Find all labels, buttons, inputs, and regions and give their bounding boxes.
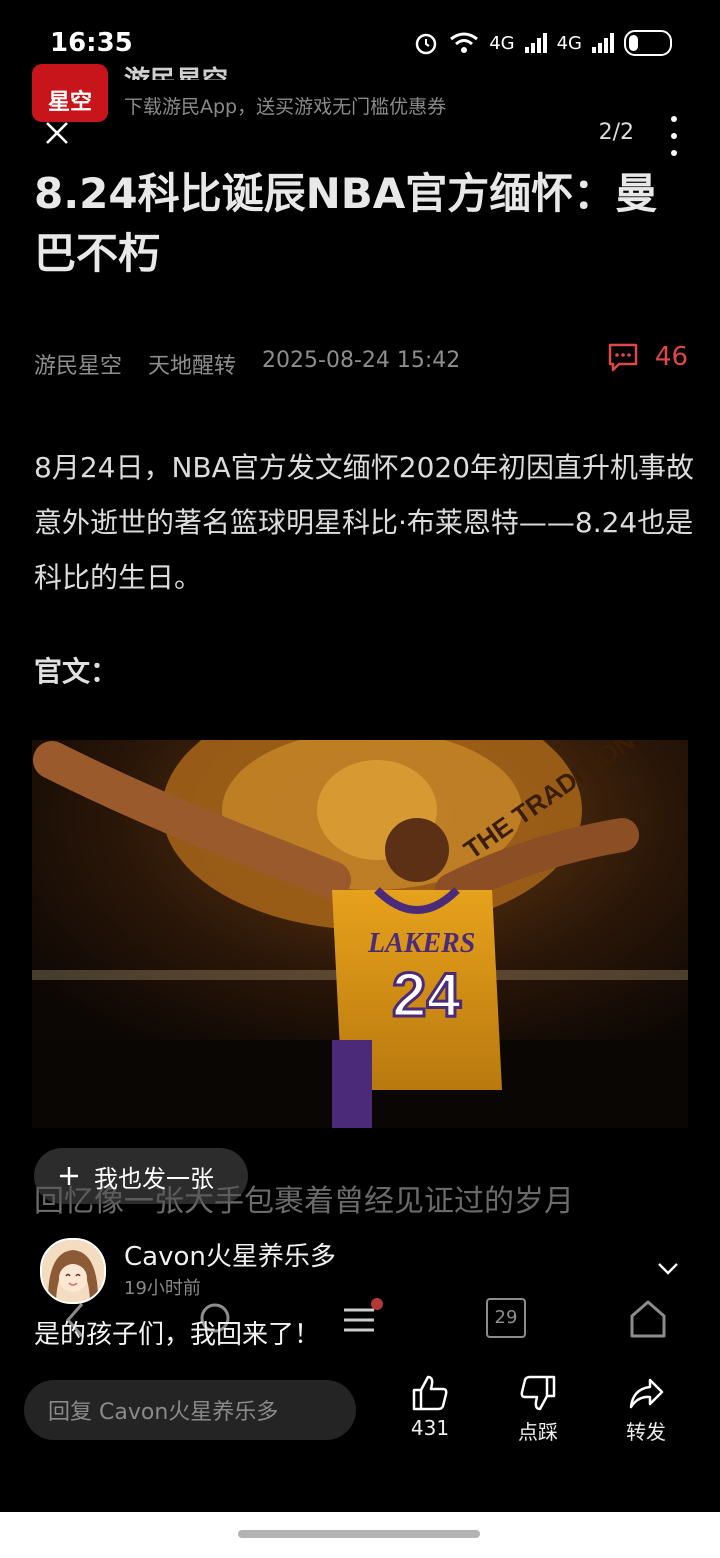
photo-jersey-number: 24: [392, 961, 461, 1030]
post-photo-button[interactable]: 我也发一张: [34, 1148, 248, 1204]
more-options-button[interactable]: [664, 116, 684, 156]
close-button[interactable]: [40, 118, 74, 152]
network-4g-label: 4G: [489, 32, 515, 54]
comment-time: 19小时前: [124, 1278, 201, 1299]
kobe-photo-illustration: THE TRADITION LAKERS 24: [32, 740, 688, 1128]
dislike-label: 点踩: [518, 1420, 558, 1444]
page-counter: 2/2: [598, 120, 634, 145]
comment-icon: [608, 343, 638, 372]
comment-username[interactable]: Cavon火星养乐多: [124, 1236, 336, 1273]
dot: [671, 133, 677, 139]
comment-text: 是的孩子们，我回来了！: [34, 1320, 321, 1350]
like-count: 431: [410, 1416, 450, 1440]
article-photo[interactable]: THE TRADITION LAKERS 24: [32, 740, 688, 1128]
calendar-icon[interactable]: 29: [486, 1298, 526, 1338]
alarm-icon: [415, 33, 437, 55]
article-meta: 游民星空 天地醒转 2025-08-24 15:42: [34, 348, 460, 380]
post-photo-label: 我也发一张: [94, 1164, 214, 1193]
status-icons: 4G 4G: [413, 30, 672, 56]
article-subheading: 官文：: [34, 655, 119, 688]
home-indicator[interactable]: [238, 1530, 480, 1538]
reply-input[interactable]: 回复 Cavon火星养乐多: [24, 1380, 356, 1440]
signal-icon: [524, 33, 547, 53]
avatar[interactable]: [40, 1238, 106, 1304]
comment-count: 46: [654, 342, 688, 372]
comment-count-button[interactable]: 46: [607, 342, 688, 372]
ad-app-logo[interactable]: 星空: [32, 64, 108, 122]
wifi-icon: [450, 32, 479, 53]
status-time: 16:35: [50, 28, 133, 58]
photo-jersey-text: LAKERS: [367, 928, 475, 959]
dot: [671, 116, 677, 122]
ad-app-name[interactable]: 游民星空: [124, 60, 228, 80]
dislike-button[interactable]: 点踩: [498, 1374, 578, 1445]
share-label: 转发: [626, 1420, 666, 1444]
share-button[interactable]: 转发: [606, 1374, 686, 1445]
menu-icon[interactable]: [340, 1298, 384, 1342]
article-body: 8月24日，NBA官方发文缅怀2020年初因直升机事故意外逝世的著名篮球明星科比…: [34, 451, 695, 594]
thumbs-down-icon: [520, 1375, 556, 1411]
avatar-image: [42, 1240, 104, 1302]
thumbs-up-icon: [412, 1375, 448, 1411]
close-icon: [46, 122, 68, 144]
home-icon[interactable]: [628, 1298, 668, 1342]
battery-icon: [624, 30, 672, 56]
article-author[interactable]: 天地醒转: [148, 348, 236, 380]
ad-promo-text[interactable]: 下载游民App，送买游戏无门槛优惠券: [124, 92, 446, 119]
chevron-down-icon[interactable]: [656, 1256, 680, 1280]
status-bar: 16:35 4G 4G: [0, 0, 720, 80]
article-datetime: 2025-08-24 15:42: [262, 348, 461, 373]
article-title: 8.24科比诞辰NBA官方缅怀：曼巴不朽: [34, 169, 658, 278]
like-button[interactable]: 431: [390, 1374, 470, 1440]
dot: [671, 150, 677, 156]
plus-icon: [60, 1167, 78, 1185]
article-source[interactable]: 游民星空: [34, 348, 122, 380]
network-4g-label-2: 4G: [556, 32, 582, 54]
share-icon: [629, 1378, 664, 1409]
signal-icon-2: [592, 33, 614, 53]
